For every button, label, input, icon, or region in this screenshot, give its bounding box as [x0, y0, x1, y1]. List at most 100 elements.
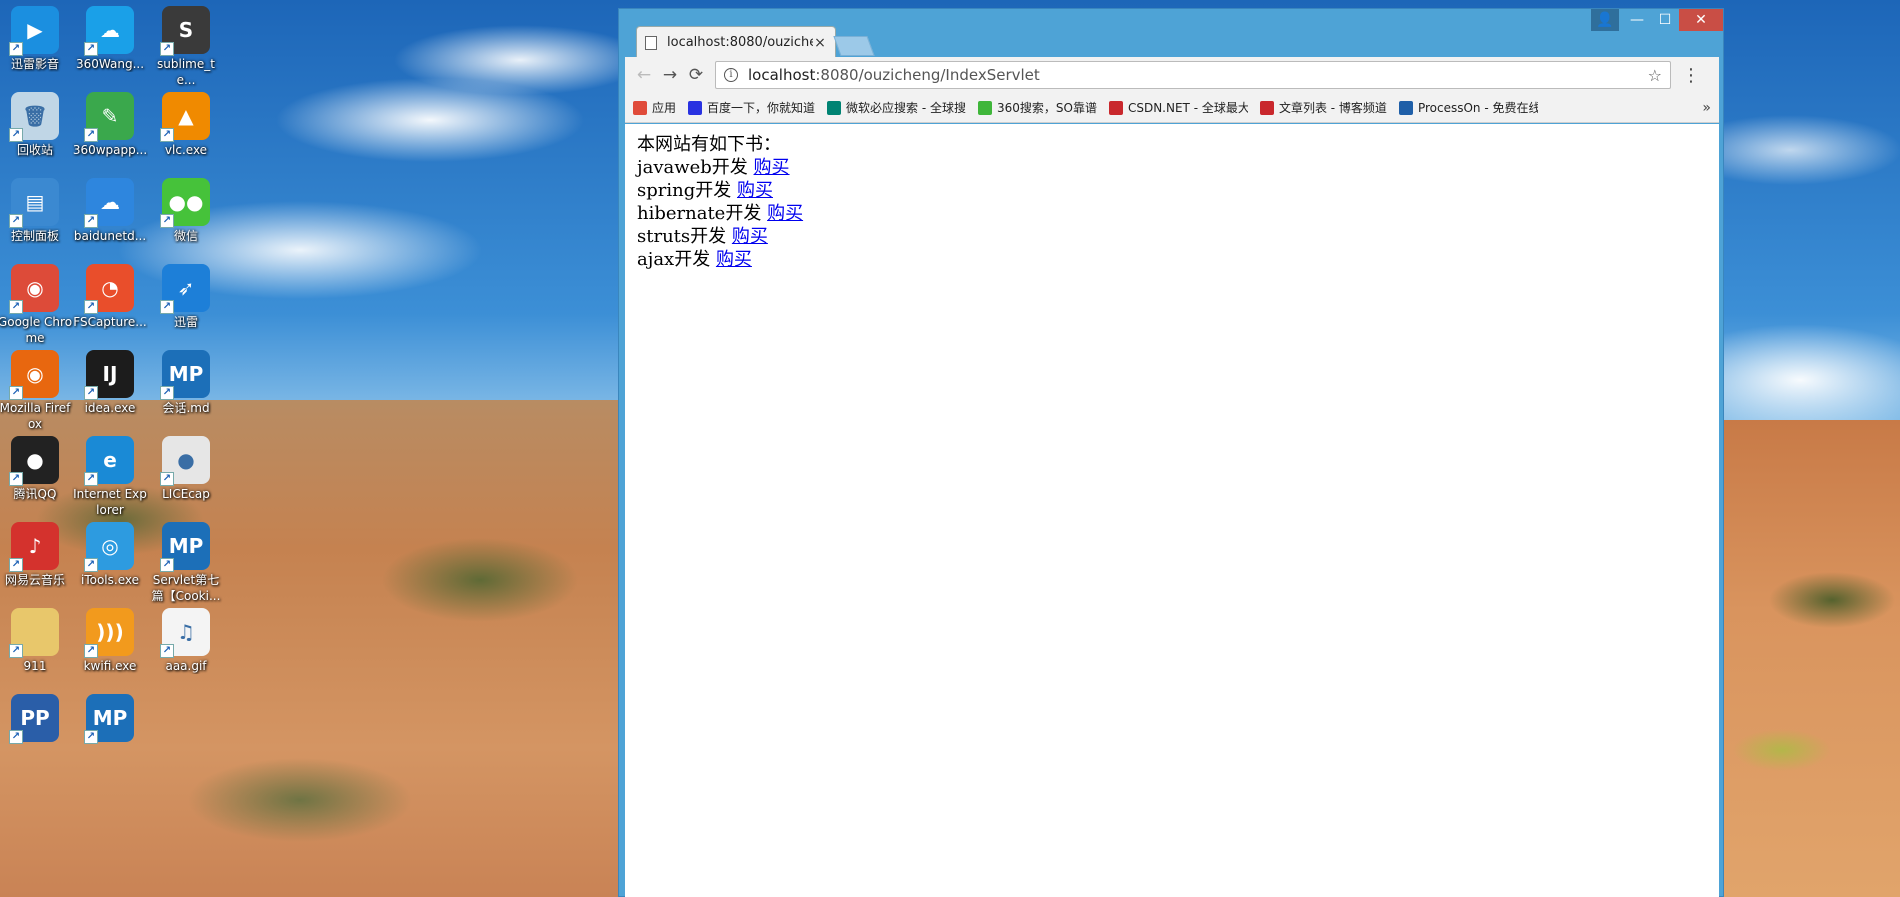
browser-menu-icon[interactable]: ⋮ — [1679, 65, 1703, 86]
maximize-button[interactable]: ☐ — [1651, 9, 1679, 31]
desktop-icon-label: 腾讯QQ — [13, 487, 57, 501]
wallpaper-landscape-right — [1722, 420, 1900, 897]
desktop-icon-idea[interactable]: IJ ↗ idea.exe — [72, 350, 148, 416]
ie-icon: e ↗ — [84, 436, 134, 486]
markdown-icon: MP ↗ — [160, 522, 210, 572]
shortcut-arrow-icon: ↗ — [84, 386, 98, 400]
book-row: ajax开发 购买 — [637, 248, 1707, 271]
shortcut-arrow-icon: ↗ — [9, 42, 23, 56]
desktop-icon-label: kwifi.exe — [83, 659, 137, 673]
desktop-icon-label: 360wpapp... — [72, 143, 148, 157]
book-row: javaweb开发 购买 — [637, 156, 1707, 179]
desktop-icon-baidunetdisk[interactable]: ☁ ↗ baidunetd... — [72, 178, 148, 244]
desktop-icon-label: Servlet第七篇【Cooki... — [151, 573, 221, 603]
firefox-icon: ◉ ↗ — [9, 350, 59, 400]
buy-link[interactable]: 购买 — [716, 249, 752, 270]
desktop-icon-licecap[interactable]: ● ↗ LICEcap — [148, 436, 224, 502]
bookmark-item[interactable]: 文章列表 - 博客频道 — [1259, 99, 1387, 116]
shortcut-arrow-icon: ↗ — [84, 214, 98, 228]
desktop-icon-xunlei-player[interactable]: ▶ ↗ 迅雷影音 — [0, 6, 73, 72]
desktop-icon-mp-file[interactable]: MP ↗ — [72, 694, 148, 744]
desktop-icon-netease-music[interactable]: ♪ ↗ 网易云音乐 — [0, 522, 73, 588]
buy-link[interactable]: 购买 — [754, 157, 790, 178]
desktop-icon-sublime[interactable]: S ↗ sublime_te... — [148, 6, 224, 88]
bookmark-item[interactable]: 微软必应搜索 - 全球搜 — [827, 99, 966, 116]
desktop-icon-recycle-bin[interactable]: 🗑 ↗ 回收站 — [0, 92, 73, 158]
desktop-icon-wechat[interactable]: ●● ↗ 微信 — [148, 178, 224, 244]
desktop-icon-vlc[interactable]: ▲ ↗ vlc.exe — [148, 92, 224, 158]
bookmarks-overflow-icon[interactable]: » — [1702, 100, 1711, 116]
play-circle-icon: ▶ ↗ — [9, 6, 59, 56]
reload-button[interactable]: ⟳ — [683, 62, 709, 88]
bookmark-item[interactable]: 360搜索，SO靠谱 — [978, 99, 1097, 116]
desktop-icon-fscapture[interactable]: ◔ ↗ FSCapture... — [72, 264, 148, 330]
wechat-icon: ●● ↗ — [160, 178, 210, 228]
desktop-icon-firefox[interactable]: ◉ ↗ Mozilla Firefox — [0, 350, 73, 432]
desktop-icon-xunlei[interactable]: ➶ ↗ 迅雷 — [148, 264, 224, 330]
desktop-icon-label: idea.exe — [84, 401, 136, 415]
address-bar[interactable]: i localhost:8080/ouzicheng/IndexServlet … — [715, 61, 1671, 89]
desktop-icon-360wpapp[interactable]: ✎ ↗ 360wpapp... — [72, 92, 148, 158]
desktop-icon-folder-911[interactable]: ↗ 911 — [0, 608, 73, 674]
bookmark-item[interactable]: 百度一下，你就知道 — [688, 99, 815, 116]
markdown-icon: MP ↗ — [84, 694, 134, 744]
desktop-icon-label: iTools.exe — [81, 573, 139, 587]
bookmark-label: 应用 — [652, 101, 677, 115]
bookmark-item[interactable]: 应用 — [633, 99, 676, 116]
bird-icon: ➶ ↗ — [160, 264, 210, 314]
record-icon: ● ↗ — [160, 436, 210, 486]
tab-close-icon[interactable]: × — [813, 35, 827, 51]
desktop-icon-qq[interactable]: ● ↗ 腾讯QQ — [0, 436, 73, 502]
desktop-icon-kwifi[interactable]: ))) ↗ kwifi.exe — [72, 608, 148, 674]
buy-link[interactable]: 购买 — [767, 203, 803, 224]
desktop-icon-pp-file[interactable]: PP ↗ — [0, 694, 73, 744]
desktop-icon-label: Internet Explorer — [73, 487, 147, 517]
browser-window: localhost:8080/ouziche × 👤 — ☐ ✕ ← → ⟳ i… — [618, 8, 1724, 897]
desktop-icon-chrome[interactable]: ◉ ↗ Google Chrome — [0, 264, 73, 346]
shortcut-arrow-icon: ↗ — [9, 128, 23, 142]
book-title: hibernate开发 — [637, 203, 762, 224]
desktop-icon-360wangpan[interactable]: ☁ ↗ 360Wang... — [72, 6, 148, 72]
page-heading: 本网站有如下书： — [637, 134, 781, 155]
desktop-icon-label: vlc.exe — [164, 143, 208, 157]
cone-icon: ▲ ↗ — [160, 92, 210, 142]
bookmark-item[interactable]: CSDN.NET - 全球最大 — [1108, 99, 1248, 116]
desktop-icon-label: sublime_te... — [157, 57, 215, 87]
shortcut-arrow-icon: ↗ — [160, 42, 174, 56]
desktop-icon-itools[interactable]: ◎ ↗ iTools.exe — [72, 522, 148, 588]
shortcut-arrow-icon: ↗ — [160, 472, 174, 486]
user-profile-icon[interactable]: 👤 — [1591, 9, 1619, 31]
forward-button[interactable]: → — [657, 62, 683, 88]
desktop-icon-ie[interactable]: e ↗ Internet Explorer — [72, 436, 148, 518]
shortcut-arrow-icon: ↗ — [9, 644, 23, 658]
bookmark-item[interactable]: ProcessOn - 免费在线 — [1398, 99, 1538, 116]
bookmark-star-icon[interactable]: ☆ — [1648, 66, 1662, 85]
new-tab-button[interactable] — [833, 36, 875, 56]
desktop-icon-control-panel[interactable]: ▤ ↗ 控制面板 — [0, 178, 73, 244]
title-bar[interactable]: localhost:8080/ouziche × 👤 — ☐ ✕ — [619, 9, 1723, 58]
desktop-icon-label: 回收站 — [16, 143, 53, 157]
apps-icon — [633, 100, 647, 115]
tab-active[interactable]: localhost:8080/ouziche × — [636, 26, 836, 58]
desktop-icon-label: baidunetd... — [73, 229, 147, 243]
minimize-button[interactable]: — — [1623, 9, 1651, 31]
chrome-icon: ◉ ↗ — [9, 264, 59, 314]
penguin-icon: ● ↗ — [9, 436, 59, 486]
back-button[interactable]: ← — [631, 62, 657, 88]
bookmark-label: 百度一下，你就知道 — [707, 101, 816, 115]
pp-icon: PP ↗ — [9, 694, 59, 744]
desktop-icon-servlet-md[interactable]: MP ↗ Servlet第七篇【Cooki... — [148, 522, 224, 604]
bookmark-label: ProcessOn - 免费在线 — [1417, 101, 1538, 115]
url-text[interactable]: localhost:8080/ouzicheng/IndexServlet — [748, 66, 1648, 84]
buy-link[interactable]: 购买 — [737, 180, 773, 201]
buy-link[interactable]: 购买 — [732, 226, 768, 247]
book-list: javaweb开发 购买 spring开发 购买 hibernate开发 购买 str… — [637, 156, 1707, 271]
shortcut-arrow-icon: ↗ — [84, 472, 98, 486]
info-icon[interactable]: i — [724, 68, 738, 82]
desktop-icon-aaa-gif[interactable]: ♫ ↗ aaa.gif — [148, 608, 224, 674]
desktop-icon-label: 控制面板 — [10, 229, 59, 243]
csdn-icon — [1108, 100, 1123, 115]
shortcut-arrow-icon: ↗ — [84, 128, 98, 142]
close-button[interactable]: ✕ — [1679, 9, 1723, 31]
desktop-icon-huihua-md[interactable]: MP ↗ 会话.md — [148, 350, 224, 416]
